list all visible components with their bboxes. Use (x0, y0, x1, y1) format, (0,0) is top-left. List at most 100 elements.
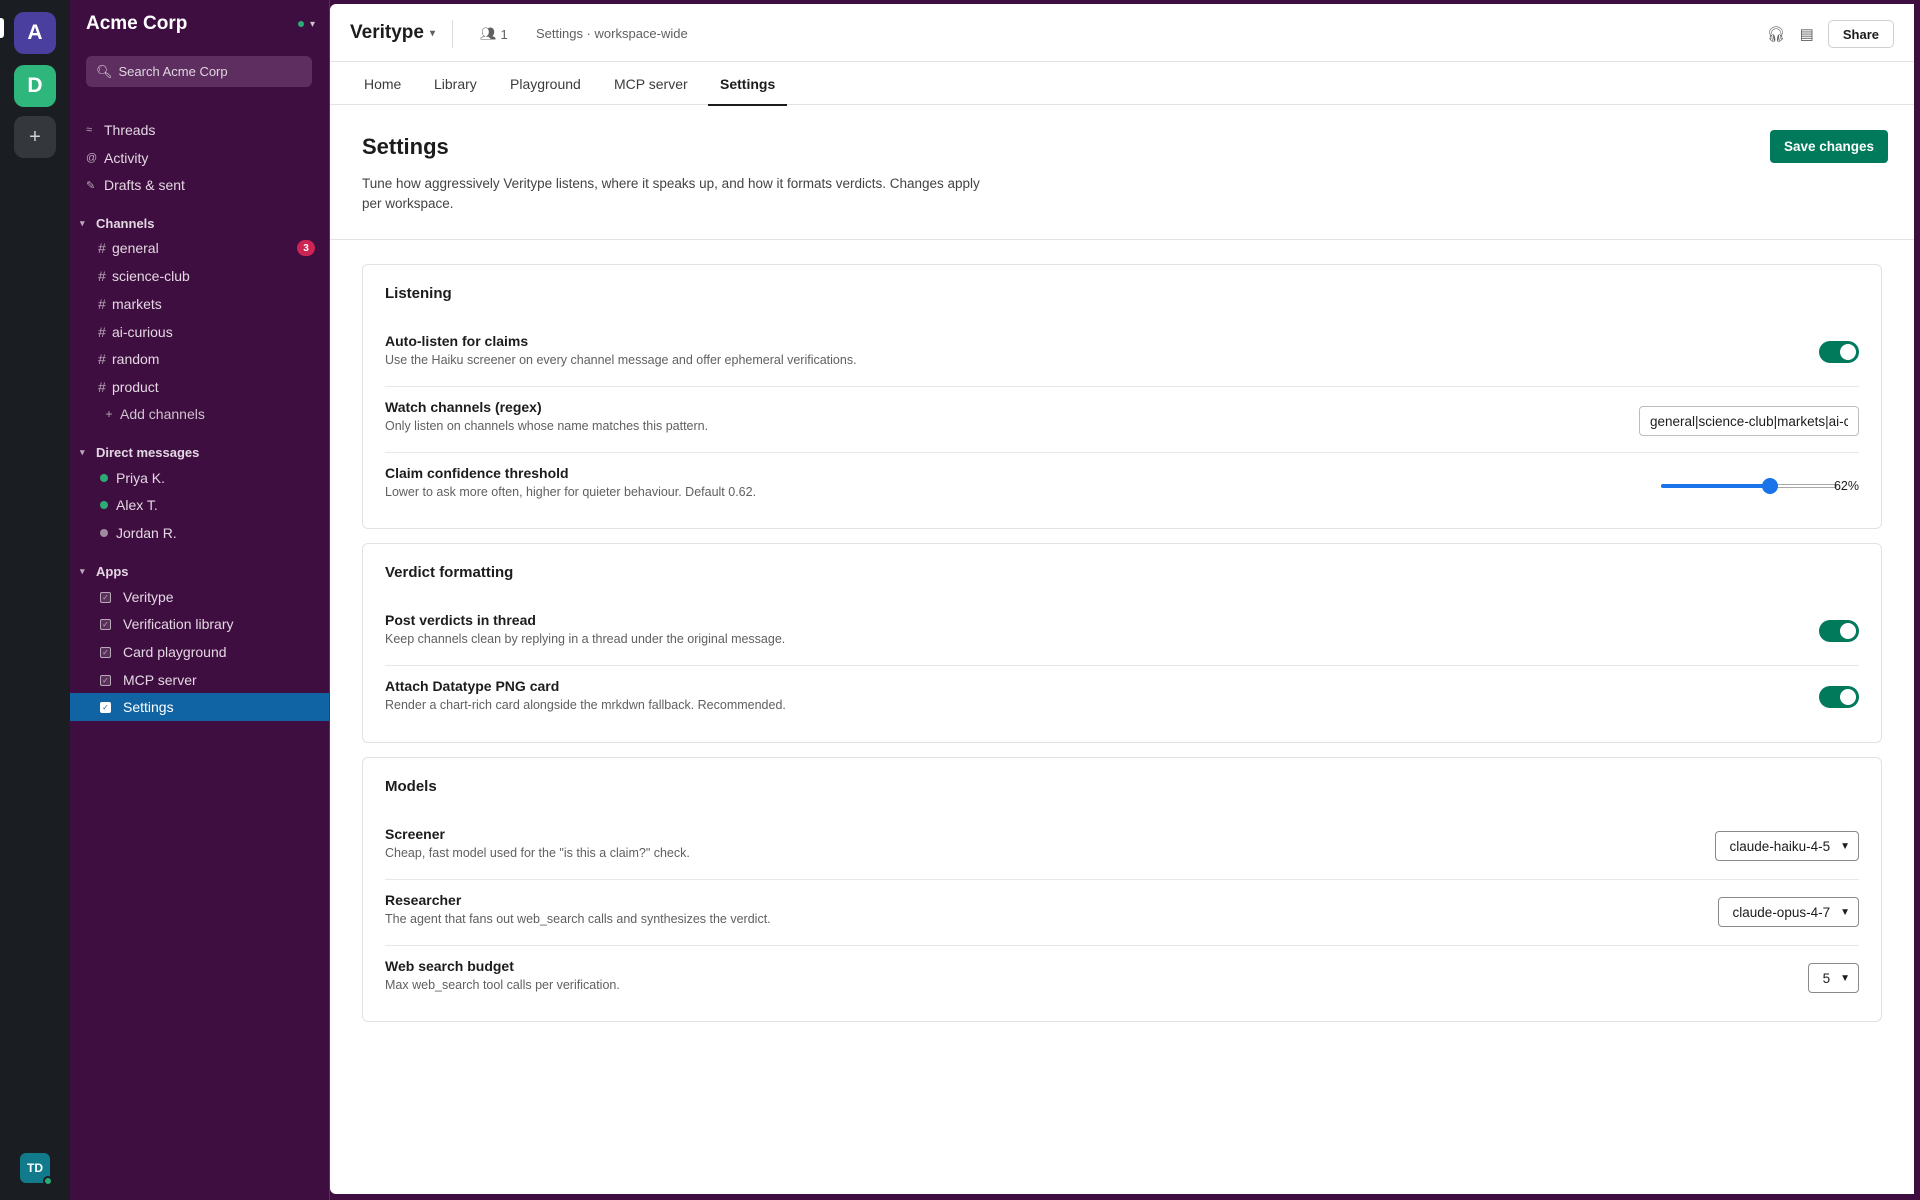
screener-row: Screener Cheap, fast model used for the … (385, 814, 1859, 880)
sidebar-item-label: Activity (104, 150, 149, 166)
app-icon: ✓ (100, 591, 111, 603)
user-avatar[interactable]: TD (20, 1153, 53, 1186)
watch-channels-input[interactable] (1639, 406, 1859, 436)
apps-section-header[interactable]: ▾ Apps (80, 560, 315, 582)
presence-online-icon (100, 501, 108, 509)
dm-jordan[interactable]: Jordan R. (98, 521, 315, 545)
toggle-knob (1840, 623, 1856, 639)
chevron-down-icon: ▼ (1840, 906, 1850, 918)
hash-icon: # (98, 379, 106, 395)
app-title-button[interactable]: Veritype ▾ (350, 22, 435, 44)
watch-channels-row: Watch channels (regex) Only listen on ch… (385, 387, 1859, 453)
header-actions: 🎧︎ ▤ Share (1767, 20, 1894, 48)
app-veritype[interactable]: ✓ Veritype (98, 585, 315, 609)
dm-name: Priya K. (116, 470, 166, 486)
setting-label: Auto-listen for claims (385, 333, 529, 349)
channel-general[interactable]: # general 3 (98, 236, 315, 260)
hash-icon: # (98, 240, 106, 256)
app-name: Veritype (123, 589, 174, 605)
main-panel: Veritype ▾ 👥︎ 1 Settings · workspace-wide … (330, 4, 1914, 1194)
toggle-knob (1840, 689, 1856, 705)
tab-bar: Home Library Playground MCP server Setti… (330, 62, 1914, 106)
members-button[interactable]: 👥︎ 1 (480, 26, 508, 42)
workspace-a-button[interactable]: A (14, 12, 56, 54)
setting-help: Only listen on channels whose name match… (385, 419, 709, 433)
setting-label: Attach Datatype PNG card (385, 678, 560, 694)
tab-playground[interactable]: Playground (510, 62, 581, 105)
channel-product[interactable]: # product (98, 375, 315, 399)
workspace-status[interactable]: ▾ (297, 19, 315, 30)
add-channels-label: Add channels (120, 406, 205, 422)
sidebar-item-drafts[interactable]: ✎ Drafts & sent (86, 173, 315, 197)
add-channels-button[interactable]: + Add channels (98, 402, 315, 426)
app-verification-library[interactable]: ✓ Verification library (98, 612, 315, 636)
header-subtitle: Settings · workspace-wide (536, 26, 688, 41)
tab-library[interactable]: Library (434, 62, 477, 105)
save-changes-button[interactable]: Save changes (1769, 130, 1888, 163)
auto-listen-row: Auto-listen for claims Use the Haiku scr… (385, 321, 1859, 387)
app-settings[interactable]: ✓ Settings (70, 693, 329, 721)
page-description: Tune how aggressively Veritype listens, … (362, 176, 980, 211)
setting-help: Max web_search tool calls per verificati… (385, 978, 620, 992)
page-header: Settings Tune how aggressively Veritype … (330, 106, 1914, 240)
plus-icon: + (105, 407, 113, 421)
channels-section-header[interactable]: ▾ Channels (80, 212, 315, 234)
app-header: Veritype ▾ 👥︎ 1 Settings · workspace-wide … (330, 4, 1914, 62)
setting-label: Watch channels (regex) (385, 399, 542, 415)
attach-png-toggle[interactable] (1819, 686, 1859, 708)
screener-select[interactable]: claude-haiku-4-5 ▼ (1714, 831, 1859, 861)
toggle-knob (1840, 344, 1856, 360)
budget-select[interactable]: 5 ▼ (1807, 963, 1859, 993)
auto-listen-toggle[interactable] (1819, 341, 1859, 363)
app-card-playground[interactable]: ✓ Card playground (98, 640, 315, 664)
app-icon: ✓ (100, 701, 111, 713)
channel-science-club[interactable]: # science-club (98, 264, 315, 288)
card-title: Listening (385, 285, 452, 302)
dms-section-header[interactable]: ▾ Direct messages (80, 441, 315, 463)
researcher-select[interactable]: claude-opus-4-7 ▼ (1717, 897, 1859, 927)
select-value: 5 (1822, 970, 1831, 986)
chevron-down-icon: ▼ (1840, 972, 1850, 984)
card-title: Models (385, 778, 437, 795)
threshold-slider[interactable] (1661, 475, 1837, 497)
workspace-header[interactable]: Acme Corp ▾ (86, 12, 315, 36)
verdict-formatting-card: Verdict formatting Post verdicts in thre… (362, 543, 1882, 743)
app-name: MCP server (123, 672, 197, 688)
channel-markets[interactable]: # markets (98, 292, 315, 316)
models-card: Models Screener Cheap, fast model used f… (362, 757, 1882, 1022)
app-icon: ✓ (100, 674, 111, 686)
app-mcp-server[interactable]: ✓ MCP server (98, 668, 315, 692)
sidebar: Acme Corp ▾ 🔍︎ Search Acme Corp ≈ Threads… (70, 0, 330, 1200)
user-online-status (43, 1176, 53, 1186)
at-icon: @ (86, 152, 98, 164)
headphones-icon[interactable]: 🎧︎ (1767, 25, 1786, 43)
canvas-icon[interactable]: ▤ (1800, 25, 1814, 43)
search-icon: 🔍︎ (96, 63, 113, 79)
setting-help: Use the Haiku screener on every channel … (385, 353, 857, 367)
hash-icon: # (98, 351, 106, 367)
tab-mcp-server[interactable]: MCP server (614, 62, 688, 105)
channel-random[interactable]: # random (98, 347, 315, 371)
dm-alex[interactable]: Alex T. (98, 493, 315, 517)
tab-settings[interactable]: Settings (707, 62, 788, 106)
caret-down-icon: ▾ (80, 217, 85, 228)
add-workspace-button[interactable]: + (14, 116, 56, 158)
share-button[interactable]: Share (1827, 20, 1894, 48)
threshold-value: 62% (1833, 479, 1859, 493)
workspace-d-button[interactable]: D (14, 65, 56, 107)
sidebar-item-threads[interactable]: ≈ Threads (86, 118, 315, 142)
sidebar-search[interactable]: 🔍︎ Search Acme Corp (86, 56, 312, 87)
slider-thumb[interactable] (1762, 478, 1779, 494)
dm-name: Jordan R. (116, 525, 177, 541)
researcher-row: Researcher The agent that fans out web_s… (385, 880, 1859, 946)
dm-priya[interactable]: Priya K. (98, 466, 315, 490)
people-icon: 👥︎ (480, 26, 497, 41)
sidebar-item-label: Drafts & sent (104, 177, 185, 193)
setting-help: Render a chart-rich card alongside the m… (385, 698, 786, 712)
channel-name: product (112, 379, 159, 395)
channel-ai-curious[interactable]: # ai-curious (98, 320, 315, 344)
setting-help: Lower to ask more often, higher for quie… (385, 485, 757, 499)
tab-home[interactable]: Home (364, 62, 401, 105)
post-in-thread-toggle[interactable] (1819, 620, 1859, 642)
sidebar-item-activity[interactable]: @ Activity (86, 146, 315, 170)
